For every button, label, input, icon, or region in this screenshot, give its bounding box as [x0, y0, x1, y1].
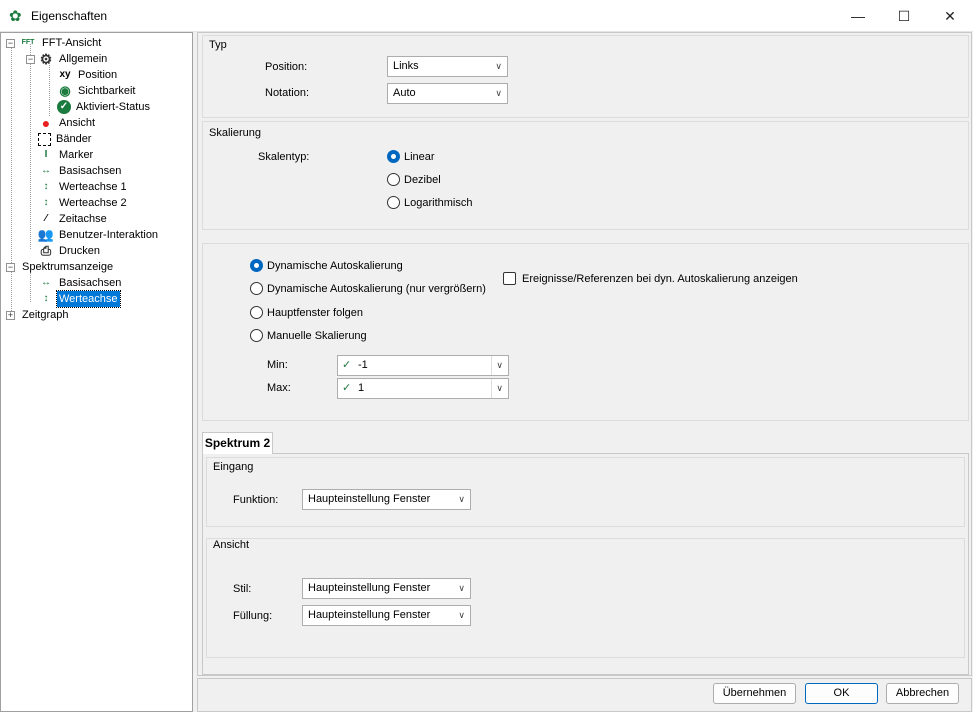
maximize-button[interactable]: ☐ — [881, 0, 927, 32]
fuellung-label: Füllung: — [233, 610, 273, 622]
typ-group: Typ Position: Links ∨ Notation: Auto ∨ — [202, 35, 969, 118]
group-title: Skalierung — [209, 127, 261, 139]
tree-item-fft-ansicht[interactable]: FFT FFT-Ansicht — [19, 35, 103, 51]
notation-label: Notation: — [265, 87, 310, 99]
apply-button[interactable]: Übernehmen — [713, 683, 796, 704]
chevron-down-icon: ∨ — [458, 610, 465, 620]
users-icon: 👥 — [37, 227, 55, 242]
check-icon: ✓ — [342, 359, 352, 371]
eingang-group: Eingang Funktion: Haupteinstellung Fenst… — [206, 457, 965, 527]
stil-select[interactable]: Haupteinstellung Fenster ∨ — [302, 578, 471, 599]
collapse-toggle[interactable]: − — [26, 55, 35, 64]
position-label: Position: — [265, 61, 308, 73]
tree-item-position[interactable]: xy Position — [57, 67, 119, 83]
radio-logarithmisch[interactable]: Logarithmisch — [387, 196, 472, 209]
tree-item-spektrum-werteachse[interactable]: ↕ Werteachse — [38, 290, 121, 308]
tree-item-zeitgraph[interactable]: Zeitgraph — [20, 307, 70, 323]
radio-hauptfenster-folgen[interactable]: Hauptfenster folgen — [250, 306, 363, 319]
chevron-down-icon: ∨ — [491, 356, 503, 375]
tree-item-allgemein[interactable]: ⚙ Allgemein — [38, 51, 109, 67]
tree-item-basisachsen[interactable]: ↔ Basisachsen — [38, 163, 123, 179]
x-axis-icon: ↔ — [41, 165, 51, 176]
bands-icon — [38, 132, 51, 146]
tree-item-baender[interactable]: Bänder — [38, 131, 93, 147]
cancel-button[interactable]: Abbrechen — [886, 683, 959, 704]
y-axis-icon: ↕ — [43, 181, 49, 192]
gear-icon: ✿ — [9, 8, 22, 25]
tree-item-drucken[interactable]: ⎙ Drucken — [38, 243, 102, 259]
collapse-toggle[interactable]: − — [6, 39, 15, 48]
tab-spektrum-2[interactable]: Spektrum 2 — [202, 432, 273, 454]
skalierung-group: Skalierung Skalentyp: Linear Dezibel Log… — [202, 121, 969, 230]
max-label: Max: — [267, 382, 291, 394]
color-dots-icon: ● — [41, 115, 51, 131]
tree-item-ansicht[interactable]: ● Ansicht — [38, 115, 97, 131]
check-icon: ✓ — [342, 382, 352, 394]
fft-icon: FFT — [21, 39, 35, 46]
tree-item-aktiviert-status[interactable]: ✓ Aktiviert-Status — [57, 99, 152, 115]
position-select[interactable]: Links ∨ — [387, 56, 508, 77]
fuellung-select[interactable]: Haupteinstellung Fenster ∨ — [302, 605, 471, 626]
max-input[interactable]: ✓ 1 ∨ — [337, 378, 509, 399]
printer-icon: ⎙ — [40, 243, 52, 258]
group-title: Typ — [209, 39, 227, 51]
y-axis-icon: ↕ — [43, 293, 49, 304]
window-title: Eigenschaften — [31, 9, 108, 23]
radio-linear[interactable]: Linear — [387, 150, 435, 163]
events-checkbox[interactable]: Ereignisse/Referenzen bei dyn. Autoskali… — [503, 272, 798, 285]
ansicht-group: Ansicht Stil: Haupteinstellung Fenster ∨ … — [206, 538, 965, 658]
radio-nur-vergroessern[interactable]: Dynamische Autoskalierung (nur vergrößer… — [250, 282, 486, 295]
radio-dynamische-autoskalierung[interactable]: Dynamische Autoskalierung — [250, 259, 403, 272]
expand-toggle[interactable]: + — [6, 311, 15, 320]
marker-icon: I — [44, 149, 48, 160]
chevron-down-icon: ∨ — [495, 88, 502, 98]
radio-dezibel[interactable]: Dezibel — [387, 173, 441, 186]
tab-content: Eingang Funktion: Haupteinstellung Fenst… — [202, 453, 969, 675]
tree-item-werteachse-2[interactable]: ↕ Werteachse 2 — [38, 195, 129, 211]
radio-manuelle-skalierung[interactable]: Manuelle Skalierung — [250, 329, 367, 342]
chevron-down-icon: ∨ — [495, 61, 502, 71]
tree-item-spektrumsanzeige[interactable]: Spektrumsanzeige — [20, 259, 115, 275]
xy-icon: xy — [59, 69, 71, 80]
eye-icon: ◉ — [59, 83, 71, 98]
title-bar: ✿ Eigenschaften — ☐ ✕ — [0, 0, 973, 32]
y-axis-icon: ↕ — [43, 197, 49, 208]
property-tree[interactable]: − FFT FFT-Ansicht − ⚙ Allgemein xy Position… — [0, 32, 193, 712]
autoscale-group: Dynamische Autoskalierung Dynamische Aut… — [202, 243, 969, 421]
funktion-label: Funktion: — [233, 494, 279, 506]
check-circle-icon: ✓ — [57, 100, 71, 114]
chevron-down-icon: ∨ — [458, 494, 465, 504]
notation-select[interactable]: Auto ∨ — [387, 83, 508, 104]
tree-item-marker[interactable]: I Marker — [38, 147, 95, 163]
collapse-toggle[interactable]: − — [6, 263, 15, 272]
chevron-down-icon: ∨ — [491, 379, 503, 398]
tree-item-werteachse-1[interactable]: ↕ Werteachse 1 — [38, 179, 129, 195]
gear-icon: ⚙ — [39, 51, 53, 67]
tree-item-zeitachse[interactable]: ⁄ Zeitachse — [38, 211, 109, 227]
funktion-select[interactable]: Haupteinstellung Fenster ∨ — [302, 489, 471, 510]
group-title: Eingang — [213, 461, 254, 473]
z-axis-icon: ⁄ — [45, 213, 47, 224]
min-input[interactable]: ✓ -1 ∨ — [337, 355, 509, 376]
close-button[interactable]: ✕ — [927, 0, 973, 32]
tree-item-benutzer-interaktion[interactable]: 👥 Benutzer-Interaktion — [38, 227, 160, 243]
x-axis-icon: ↔ — [41, 277, 51, 288]
min-label: Min: — [267, 359, 288, 371]
group-title: Ansicht — [213, 539, 250, 551]
stil-label: Stil: — [233, 583, 252, 595]
chevron-down-icon: ∨ — [458, 583, 465, 593]
properties-panel: Typ Position: Links ∨ Notation: Auto ∨ Ska… — [197, 32, 972, 676]
minimize-button[interactable]: — — [835, 0, 881, 32]
tree-item-sichtbarkeit[interactable]: ◉ Sichtbarkeit — [57, 83, 137, 99]
tree-item-spektrum-basisachsen[interactable]: ↔ Basisachsen — [38, 275, 123, 291]
ok-button[interactable]: OK — [805, 683, 878, 704]
skalentyp-label: Skalentyp: — [258, 151, 310, 163]
